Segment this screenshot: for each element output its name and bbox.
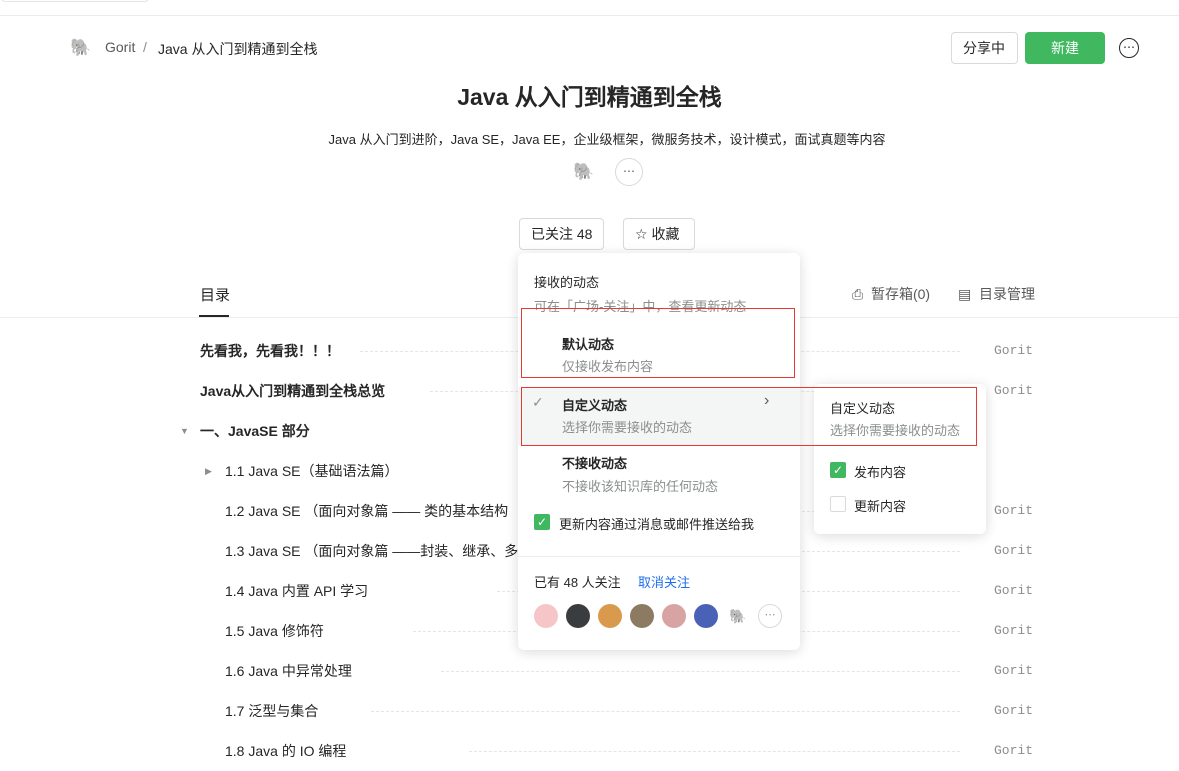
toc-author: Gorit xyxy=(993,663,1033,678)
more-followers-icon[interactable]: ⋯ xyxy=(758,604,782,628)
follower-avatar[interactable] xyxy=(534,604,558,628)
follower-avatar[interactable] xyxy=(630,604,654,628)
toc-title: Java从入门到精通到全栈总览 xyxy=(200,383,386,399)
option-desc: 不接收该知识库的任何动态 xyxy=(562,479,719,494)
more-members-icon[interactable]: ⋯ xyxy=(615,158,643,186)
owner-avatar-icon[interactable]: 🐘 xyxy=(572,161,596,183)
page-title: Java 从入门到精通到全栈 xyxy=(457,84,722,110)
option-none[interactable]: 不接收动态 不接收该知识库的任何动态 xyxy=(518,445,800,502)
toc-title: 1.6 Java 中异常处理 xyxy=(225,663,352,679)
toc-author: Gorit xyxy=(993,583,1033,598)
follower-count: 已有 48 人关注 xyxy=(534,575,621,590)
drafts-button[interactable]: ⎙ 暂存箱(0) xyxy=(852,284,930,304)
follower-avatar[interactable] xyxy=(694,604,718,628)
more-icon[interactable]: ⋯ xyxy=(1119,38,1139,58)
collect-label: 收藏 xyxy=(651,226,680,242)
highlight-box xyxy=(521,387,977,446)
toc-author: Gorit xyxy=(993,623,1033,638)
caret-right-icon[interactable]: ▶ xyxy=(205,451,212,491)
option-title: 不接收动态 xyxy=(562,456,628,471)
popover-heading: 接收的动态 xyxy=(534,275,600,290)
toc-title: 1.1 Java SE（基础语法篇） xyxy=(225,463,399,479)
breadcrumb-user[interactable]: Gorit xyxy=(105,39,135,55)
toc-title: 1.2 Java SE （面向对象篇 —— 类的基本结构 xyxy=(225,503,509,519)
toc-title: 先看我，先看我！！！ xyxy=(200,343,340,359)
inbox-icon: ⎙ xyxy=(852,286,864,302)
toc-author: Gorit xyxy=(993,383,1033,398)
toc-title: 1.3 Java SE （面向对象篇 ——封装、继承、多 xyxy=(225,543,519,559)
dashed-leader xyxy=(441,671,960,672)
toc-title: 1.8 Java 的 IO 编程 xyxy=(225,743,347,759)
follower-avatar[interactable]: 🐘 xyxy=(726,604,750,628)
toc-author: Gorit xyxy=(993,503,1033,518)
toc-author: Gorit xyxy=(993,543,1033,558)
toc-title: 1.4 Java 内置 API 学习 xyxy=(225,583,369,599)
push-checkbox[interactable]: ✓ xyxy=(534,514,550,530)
breadcrumb-sep: / xyxy=(143,39,147,55)
tab-toc[interactable]: 目录 xyxy=(200,284,230,305)
follower-avatar[interactable] xyxy=(598,604,622,628)
update-checkbox[interactable] xyxy=(830,496,846,512)
publish-label: 发布内容 xyxy=(854,465,907,480)
toc-author: Gorit xyxy=(993,703,1033,718)
share-button[interactable]: 分享中 xyxy=(951,32,1018,64)
toc-item[interactable]: 1.7 泛型与集合 Gorit xyxy=(200,691,1040,731)
breadcrumb-book[interactable]: Java 从入门到精通到全栈 xyxy=(158,39,317,59)
manage-label: 目录管理 xyxy=(979,286,1036,302)
toc-title: 一、JavaSE 部分 xyxy=(200,423,310,439)
update-label: 更新内容 xyxy=(854,499,907,514)
dashed-leader xyxy=(371,711,960,712)
toc-title: 1.7 泛型与集合 xyxy=(225,703,319,719)
follower-avatar[interactable] xyxy=(662,604,686,628)
manage-toc-button[interactable]: ▤ 目录管理 xyxy=(958,284,1035,304)
star-icon: ☆ xyxy=(635,226,648,242)
follower-avatar[interactable] xyxy=(566,604,590,628)
toc-author: Gorit xyxy=(993,743,1033,758)
dashed-leader xyxy=(469,751,960,752)
list-icon: ▤ xyxy=(958,286,972,302)
toc-item[interactable]: 1.6 Java 中异常处理 Gorit xyxy=(200,651,1040,691)
unfollow-link[interactable]: 取消关注 xyxy=(638,572,690,591)
publish-checkbox[interactable]: ✓ xyxy=(830,462,846,478)
divider xyxy=(518,556,800,557)
toc-title: 1.5 Java 修饰符 xyxy=(225,623,324,639)
followed-button[interactable]: 已关注 48 xyxy=(519,218,605,250)
new-button[interactable]: 新建 xyxy=(1025,32,1105,64)
highlight-box xyxy=(521,308,795,378)
toc-author: Gorit xyxy=(993,343,1033,358)
collect-button[interactable]: ☆ 收藏 xyxy=(623,218,695,250)
caret-down-icon[interactable]: ▼ xyxy=(180,411,189,451)
push-label: 更新内容通过消息或邮件推送给我 xyxy=(559,517,755,532)
toc-item[interactable]: 1.8 Java 的 IO 编程 Gorit xyxy=(200,731,1040,771)
drafts-label: 暂存箱(0) xyxy=(870,286,931,302)
user-avatar-icon[interactable]: 🐘 xyxy=(69,37,93,59)
book-description: Java 从入门到进阶，Java SE，Java EE，企业级框架，微服务技术，… xyxy=(328,132,886,147)
divider xyxy=(0,15,1179,16)
browser-tab xyxy=(0,0,150,2)
